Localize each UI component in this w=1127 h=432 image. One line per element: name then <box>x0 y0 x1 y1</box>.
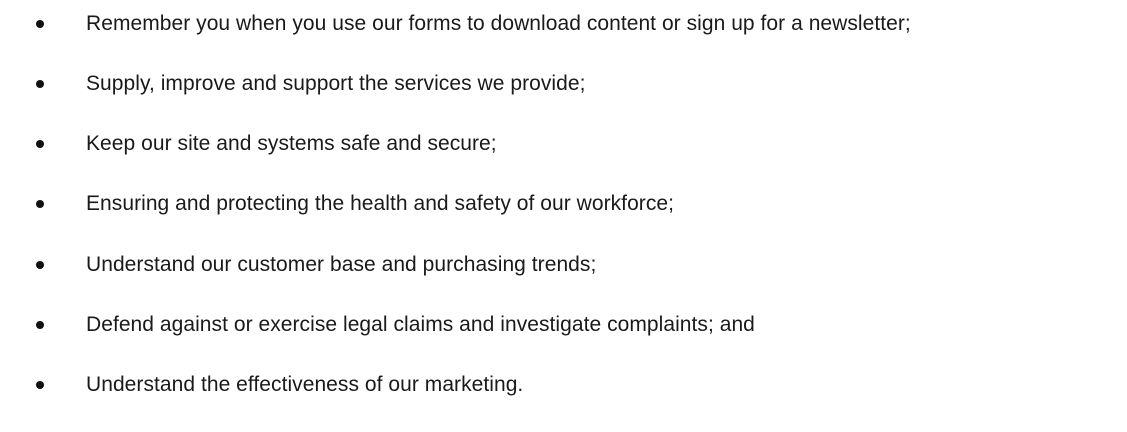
list-item: Supply, improve and support the services… <box>0 69 1127 99</box>
list-item-text: Defend against or exercise legal claims … <box>86 313 755 336</box>
bullet-icon <box>36 20 44 28</box>
bullet-icon <box>36 321 44 329</box>
list-item-text: Ensuring and protecting the health and s… <box>86 192 675 215</box>
list-item-text: Understand the effectiveness of our mark… <box>86 373 524 396</box>
list-item-text: Keep our site and systems safe and secur… <box>86 132 497 155</box>
list-item-text: Supply, improve and support the services… <box>86 72 586 95</box>
bullet-icon <box>36 80 44 88</box>
list-item: Remember you when you use our forms to d… <box>0 9 1127 39</box>
list-item: Understand the effectiveness of our mark… <box>0 370 1127 400</box>
list-item-text: Understand our customer base and purchas… <box>86 253 597 276</box>
list-item: Understand our customer base and purchas… <box>0 250 1127 280</box>
list-item: Keep our site and systems safe and secur… <box>0 129 1127 159</box>
bullet-icon <box>36 140 44 148</box>
list-item-text: Remember you when you use our forms to d… <box>86 12 911 35</box>
bullet-icon <box>36 381 44 389</box>
list-item: Ensuring and protecting the health and s… <box>0 189 1127 219</box>
bullet-icon <box>36 200 44 208</box>
bullet-icon <box>36 261 44 269</box>
list-item: Defend against or exercise legal claims … <box>0 310 1127 340</box>
